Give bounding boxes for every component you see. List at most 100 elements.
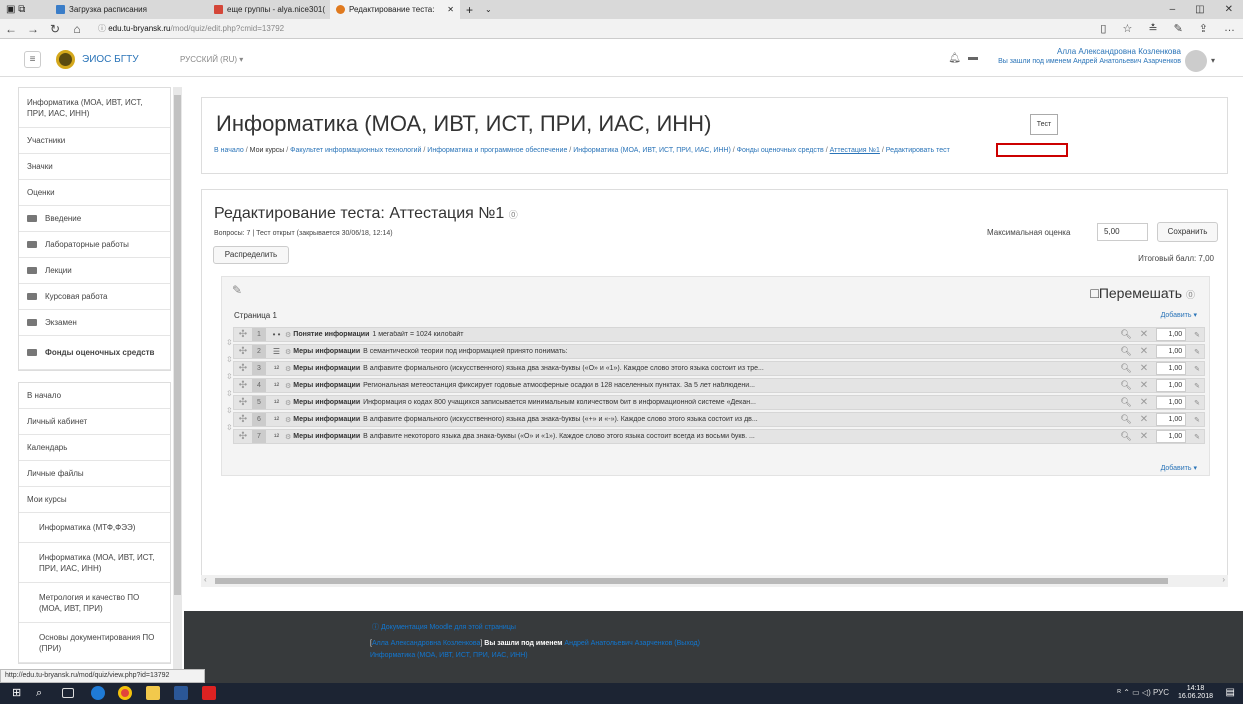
browser-tab[interactable]: Загрузка расписания [50, 0, 178, 19]
user-menu[interactable]: Алла Александровна Козленкова Вы зашли п… [998, 47, 1181, 67]
help-icon[interactable]: ⓪ [1186, 290, 1195, 300]
delete-icon[interactable]: ✕ [1140, 346, 1148, 357]
add-menu[interactable]: Добавить ▾ [1161, 311, 1197, 319]
preview-magnifier-icon[interactable]: 🔍︎ [1120, 346, 1131, 357]
question-row[interactable]: ✣ 4 ¹² ⚙ Меры информации Региональная метеост… [233, 378, 1205, 393]
breadcrumb-current[interactable]: Редактировать тест [886, 147, 950, 154]
shuffle-checkbox[interactable]: □Перемешать ⓪ [1090, 285, 1195, 301]
home-icon[interactable]: ⌂ [66, 22, 88, 36]
windows-start-icon[interactable]: ⊞ [12, 686, 26, 700]
sidebar-item-grades[interactable]: Оценки [19, 180, 170, 206]
notifications-icon[interactable]: ▤ [1226, 687, 1235, 698]
distribute-button[interactable]: Распределить [213, 246, 289, 264]
question-name[interactable]: Меры информации [293, 416, 360, 423]
sidebar-section-active[interactable]: Фонды оценочных средств [19, 336, 170, 370]
preview-magnifier-icon[interactable]: 🔍︎ [1120, 414, 1131, 425]
edit-mark-pencil-icon[interactable]: ✎ [1194, 382, 1200, 390]
close-window-icon[interactable]: ✕ [1225, 4, 1233, 15]
preview-magnifier-icon[interactable]: 🔍︎ [1120, 363, 1131, 374]
minimize-icon[interactable]: – [1170, 4, 1176, 15]
file-explorer-icon[interactable] [146, 686, 160, 700]
system-tray[interactable]: ᴿ ⌃ ▭ ◁) РУС [1117, 688, 1169, 697]
question-name[interactable]: Меры информации [293, 399, 360, 406]
reorder-gap-icon[interactable]: ⇳ [226, 423, 233, 432]
sidebar-item-badges[interactable]: Значки [19, 154, 170, 180]
notifications-bell-icon[interactable]: 🔔︎ [948, 53, 961, 64]
preview-magnifier-icon[interactable]: 🔍︎ [1120, 329, 1131, 340]
sidebar-item-my-courses[interactable]: Мои курсы [19, 487, 170, 513]
share-icon[interactable]: ⇪ [1199, 22, 1208, 35]
sidebar-section[interactable]: Введение [19, 206, 170, 232]
user-link[interactable]: Алла Александровна Козленкова [372, 640, 480, 647]
question-name[interactable]: Меры информации [293, 348, 360, 355]
sidebar-item-files[interactable]: Личные файлы [19, 461, 170, 487]
new-tab-button[interactable]: + [460, 0, 479, 19]
save-button[interactable]: Сохранить [1157, 222, 1218, 242]
gear-icon[interactable]: ⚙ [285, 348, 291, 356]
clock[interactable]: 14:18 16.06.2018 [1178, 685, 1213, 701]
course-link[interactable]: Информатика (МОА, ИВТ, ИСТ, ПРИ, ИАС, ИН… [370, 652, 528, 659]
browser-tab[interactable]: еще группы - alya.nice301( [208, 0, 330, 19]
reorder-gap-icon[interactable]: ⇳ [226, 338, 233, 347]
reading-view-icon[interactable]: ▯ [1100, 22, 1106, 35]
preview-magnifier-icon[interactable]: 🔍︎ [1120, 380, 1131, 391]
edit-mark-pencil-icon[interactable]: ✎ [1194, 399, 1200, 407]
question-row[interactable]: ✣ 7 ¹² ⚙ Меры информации В алфавите некоторог… [233, 429, 1205, 444]
drawer-scrollbar[interactable] [173, 87, 182, 683]
edit-mark-pencil-icon[interactable]: ✎ [1194, 365, 1200, 373]
question-name[interactable]: Меры информации [293, 433, 360, 440]
breadcrumb-link[interactable]: Фонды оценочных средств [737, 147, 824, 154]
task-view-icon[interactable] [62, 688, 74, 698]
back-icon[interactable]: ← [0, 22, 22, 36]
gear-icon[interactable]: ⚙ [285, 365, 291, 373]
breadcrumb-link[interactable]: В начало [214, 147, 244, 154]
sidebar-item-calendar[interactable]: Календарь [19, 435, 170, 461]
url-field[interactable]: ⓘ edu.tu-bryansk.ru/mod/quiz/edit.php?cm… [98, 23, 284, 34]
moodle-docs-link[interactable]: ⓘ Документация Moodle для этой страницы [372, 622, 516, 632]
reorder-gap-icon[interactable]: ⇳ [226, 406, 233, 415]
delete-icon[interactable]: ✕ [1140, 363, 1148, 374]
gear-icon[interactable]: ⚙ [285, 399, 291, 407]
gear-icon[interactable]: ⚙ [285, 433, 291, 441]
reorder-gap-icon[interactable]: ⇳ [226, 372, 233, 381]
edit-mark-pencil-icon[interactable]: ✎ [1194, 433, 1200, 441]
delete-icon[interactable]: ✕ [1140, 380, 1148, 391]
search-icon[interactable]: ⌕ [36, 686, 50, 700]
tab-list-chevron-icon[interactable]: ⌄ [479, 0, 498, 19]
sidebar-course-link[interactable]: Метрология и качество ПО (МОА, ИВТ, ПРИ) [19, 583, 170, 623]
horizontal-scrollbar[interactable]: ‹ › [201, 575, 1228, 587]
as-user-link[interactable]: Андрей Анатольевич Азарченков [564, 640, 672, 647]
sidebar-section[interactable]: Лабораторные работы [19, 232, 170, 258]
favorite-star-icon[interactable]: ☆ [1122, 22, 1132, 35]
move-handle-icon[interactable]: ✣ [234, 414, 252, 425]
preview-magnifier-icon[interactable]: 🔍︎ [1120, 431, 1131, 442]
question-name[interactable]: Понятие информации [293, 331, 369, 338]
sidebar-item-participants[interactable]: Участники [19, 128, 170, 154]
refresh-icon[interactable]: ↻ [44, 22, 66, 36]
sidebar-section[interactable]: Лекции [19, 258, 170, 284]
question-row[interactable]: ✣ 2 ☰ ⚙ Меры информации В семантической теори… [233, 344, 1205, 359]
move-handle-icon[interactable]: ✣ [234, 329, 252, 340]
sidebar-course-link[interactable]: Информатика (МТФ,ФЭЭ) [19, 513, 170, 543]
max-grade-input[interactable]: 5,00 [1097, 223, 1148, 241]
question-mark-value[interactable]: 1,00 [1156, 413, 1187, 426]
forward-icon[interactable]: → [22, 22, 44, 36]
favorites-hub-icon[interactable]: ≛ [1148, 22, 1157, 35]
sidebar-section[interactable]: Курсовая работа [19, 284, 170, 310]
site-name[interactable]: ЭИОС БГТУ [82, 54, 139, 65]
question-name[interactable]: Меры информации [293, 382, 360, 389]
sidebar-course-link[interactable]: Основы документирования ПО (ПРИ) [19, 623, 170, 663]
scrollbar-thumb[interactable] [174, 95, 181, 595]
restore-icon[interactable]: ◫ [1195, 4, 1204, 15]
add-menu[interactable]: Добавить ▾ [1161, 464, 1197, 472]
breadcrumb-link[interactable]: Информатика и программное обеспечение [427, 147, 567, 154]
sidebar-item-course[interactable]: Информатика (МОА, ИВТ, ИСТ, ПРИ, ИАС, ИН… [19, 88, 170, 128]
gear-icon[interactable]: ⚙ [285, 382, 291, 390]
delete-icon[interactable]: ✕ [1140, 397, 1148, 408]
browser-tab-active[interactable]: Редактирование теста: ✕ [330, 0, 460, 19]
gear-icon[interactable]: ⚙ [285, 331, 291, 339]
delete-icon[interactable]: ✕ [1140, 329, 1148, 340]
menu-toggle-icon[interactable]: ≡ [24, 51, 41, 68]
edit-mark-pencil-icon[interactable]: ✎ [1194, 348, 1200, 356]
breadcrumb-link[interactable]: Информатика (МОА, ИВТ, ИСТ, ПРИ, ИАС, ИН… [573, 147, 731, 154]
